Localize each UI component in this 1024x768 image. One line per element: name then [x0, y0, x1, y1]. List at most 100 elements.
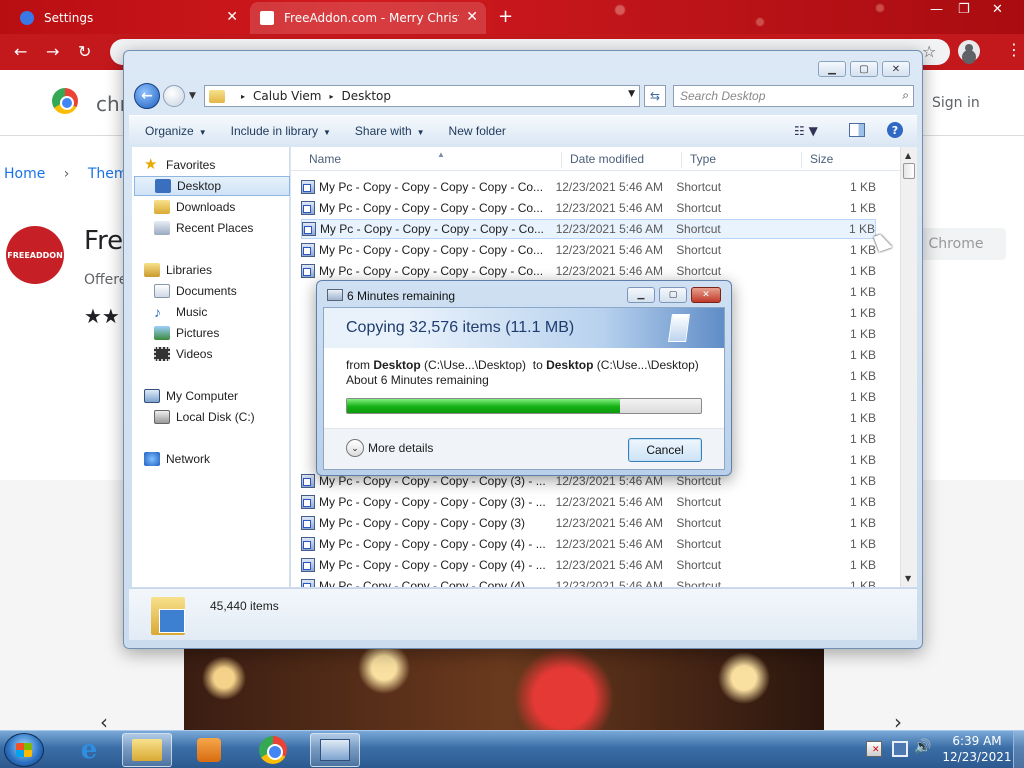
taskbar-internet-explorer[interactable]: e — [64, 733, 114, 767]
table-row[interactable]: My Pc - Copy - Copy - Copy - Copy (3) 12/… — [301, 513, 876, 533]
nav-network[interactable]: Network — [144, 449, 300, 469]
nav-music[interactable]: ♪ Music — [154, 302, 310, 322]
scroll-up-icon[interactable]: ▲ — [905, 151, 911, 160]
volume-icon[interactable]: 🔊 — [914, 739, 931, 755]
item-count: 45,440 items — [210, 599, 279, 613]
share-with-button[interactable]: Share with ▼ — [355, 124, 425, 138]
maximize-button[interactable]: ❐ — [958, 2, 970, 17]
explorer-minimize-button[interactable]: ▁ — [818, 61, 846, 77]
forward-button[interactable] — [163, 85, 185, 107]
table-row[interactable]: My Pc - Copy - Copy - Copy - Copy (4) - … — [301, 555, 876, 575]
table-row[interactable]: My Pc - Copy - Copy - Copy - Copy (3) - … — [301, 492, 876, 512]
explorer-maximize-button[interactable]: ▢ — [850, 61, 878, 77]
refresh-button[interactable]: ⇆ — [644, 85, 666, 107]
close-tab-icon[interactable]: ✕ — [466, 9, 478, 25]
breadcrumb-desktop[interactable]: Desktop — [342, 89, 392, 103]
new-tab-button[interactable]: + — [498, 6, 513, 27]
nav-local-disk[interactable]: Local Disk (C:) — [154, 407, 310, 427]
shortcut-icon — [301, 537, 315, 551]
explorer-close-button[interactable]: ✕ — [882, 61, 910, 77]
videos-icon — [154, 347, 170, 361]
table-row[interactable]: My Pc - Copy - Copy - Copy - Copy - Co..… — [301, 198, 876, 218]
table-row[interactable]: My Pc - Copy - Copy - Copy - Copy - Co..… — [301, 219, 876, 239]
scroll-thumb[interactable] — [903, 163, 915, 179]
nav-my-computer[interactable]: My Computer — [144, 386, 300, 406]
nav-favorites[interactable]: ★ Favorites — [144, 155, 300, 175]
reload-icon[interactable]: ↻ — [78, 42, 91, 61]
tab-freeaddon[interactable]: FreeAddon.com - Merry Christmas ✕ — [250, 2, 486, 34]
address-bar[interactable]: ▸ Calub Viem ▸ Desktop ▼ — [204, 85, 640, 107]
search-icon[interactable]: ⌕ — [902, 88, 909, 103]
nav-label: Videos — [176, 347, 213, 361]
copy-progress-bar — [346, 398, 702, 414]
organize-label: Organize — [145, 123, 194, 138]
include-in-library-button[interactable]: Include in library ▼ — [231, 124, 331, 138]
profile-avatar-icon[interactable] — [958, 40, 980, 62]
close-button[interactable]: ✕ — [992, 2, 1003, 17]
column-size[interactable]: Size — [801, 152, 833, 168]
preview-pane-icon[interactable] — [849, 123, 865, 137]
action-center-flag-icon[interactable] — [866, 741, 882, 757]
bookmark-star-icon[interactable]: ☆ — [922, 42, 936, 61]
nav-desktop[interactable]: Desktop — [134, 176, 290, 196]
table-row[interactable]: My Pc - Copy - Copy - Copy - Copy - Co..… — [301, 240, 876, 260]
more-details-button[interactable]: ⌄ More details — [346, 439, 433, 457]
recent-places-icon — [154, 221, 170, 235]
dialog-minimize-button[interactable]: ▁ — [627, 287, 655, 303]
cancel-button[interactable]: Cancel — [628, 438, 702, 462]
nav-libraries[interactable]: Libraries — [144, 260, 300, 280]
taskbar-media-player[interactable] — [184, 733, 234, 767]
start-button[interactable] — [4, 733, 44, 767]
cell-name: My Pc - Copy - Copy - Copy - Copy - Co..… — [318, 243, 544, 257]
table-row[interactable]: My Pc - Copy - Copy - Copy - Copy (4) - … — [301, 534, 876, 554]
help-icon[interactable]: ? — [887, 122, 903, 138]
destination-folder-link[interactable]: Desktop — [546, 358, 593, 372]
taskbar-my-computer[interactable] — [310, 733, 360, 767]
organize-button[interactable]: Organize ▼ — [145, 124, 207, 138]
scroll-down-icon[interactable]: ▼ — [905, 574, 911, 583]
clock-time[interactable]: 6:39 AM — [952, 734, 1002, 748]
taskbar-chrome[interactable] — [248, 733, 298, 767]
offered-by: Offere — [84, 272, 128, 288]
change-view-icon[interactable]: ☷ ▼ — [794, 124, 818, 138]
table-row[interactable]: My Pc - Copy - Copy - Copy - Copy - Co..… — [301, 261, 876, 281]
dialog-close-button[interactable]: ✕ — [691, 287, 721, 303]
nav-recent-places[interactable]: Recent Places — [154, 218, 310, 238]
nav-videos[interactable]: Videos — [154, 344, 310, 364]
nav-pictures[interactable]: Pictures — [154, 323, 310, 343]
dialog-maximize-button[interactable]: ▢ — [659, 287, 687, 303]
breadcrumb-separator[interactable]: ▸ — [329, 92, 333, 101]
source-folder-link[interactable]: Desktop — [373, 358, 420, 372]
back-button[interactable]: ← — [134, 83, 160, 109]
taskbar-windows-explorer[interactable] — [122, 733, 172, 767]
sign-in-link[interactable]: Sign in — [932, 95, 980, 111]
nav-downloads[interactable]: Downloads — [154, 197, 310, 217]
breadcrumb-user[interactable]: Calub Viem — [253, 89, 321, 103]
show-desktop-button[interactable] — [1013, 731, 1024, 768]
breadcrumb-separator[interactable]: ▸ — [241, 92, 245, 101]
chrome-web-store-logo[interactable] — [52, 88, 78, 114]
close-tab-icon[interactable]: ✕ — [226, 9, 238, 25]
table-row[interactable]: My Pc - Copy - Copy - Copy - Copy (4) ..… — [301, 576, 876, 587]
breadcrumb-home[interactable]: Home — [4, 166, 45, 182]
new-folder-button[interactable]: New folder — [449, 124, 506, 138]
search-input[interactable]: Search Desktop ⌕ — [673, 85, 914, 107]
vertical-scrollbar[interactable]: ▲ ▼ — [900, 147, 917, 587]
menu-kebab-icon[interactable]: ⋮ — [1006, 40, 1022, 59]
clock-date[interactable]: 12/23/2021 — [940, 750, 1014, 764]
column-name[interactable]: Name ▲ — [301, 150, 445, 168]
forward-arrow-icon[interactable]: → — [46, 42, 59, 61]
minimize-button[interactable]: — — [930, 2, 943, 17]
nav-label: Downloads — [176, 200, 236, 214]
column-type[interactable]: Type — [681, 152, 716, 168]
column-date-modified[interactable]: Date modified — [561, 152, 644, 168]
chevron-down-icon[interactable]: ▼ — [628, 89, 635, 99]
folder-icon — [132, 739, 162, 761]
tab-settings[interactable]: Settings ✕ — [10, 2, 246, 34]
cell-name: My Pc - Copy - Copy - Copy - Copy - Co..… — [319, 222, 544, 236]
network-icon[interactable] — [892, 741, 908, 757]
nav-documents[interactable]: Documents — [154, 281, 310, 301]
recent-pages-dropdown-icon[interactable]: ▼ — [189, 91, 196, 101]
table-row[interactable]: My Pc - Copy - Copy - Copy - Copy - Co..… — [301, 177, 876, 197]
back-arrow-icon[interactable]: ← — [14, 42, 27, 61]
